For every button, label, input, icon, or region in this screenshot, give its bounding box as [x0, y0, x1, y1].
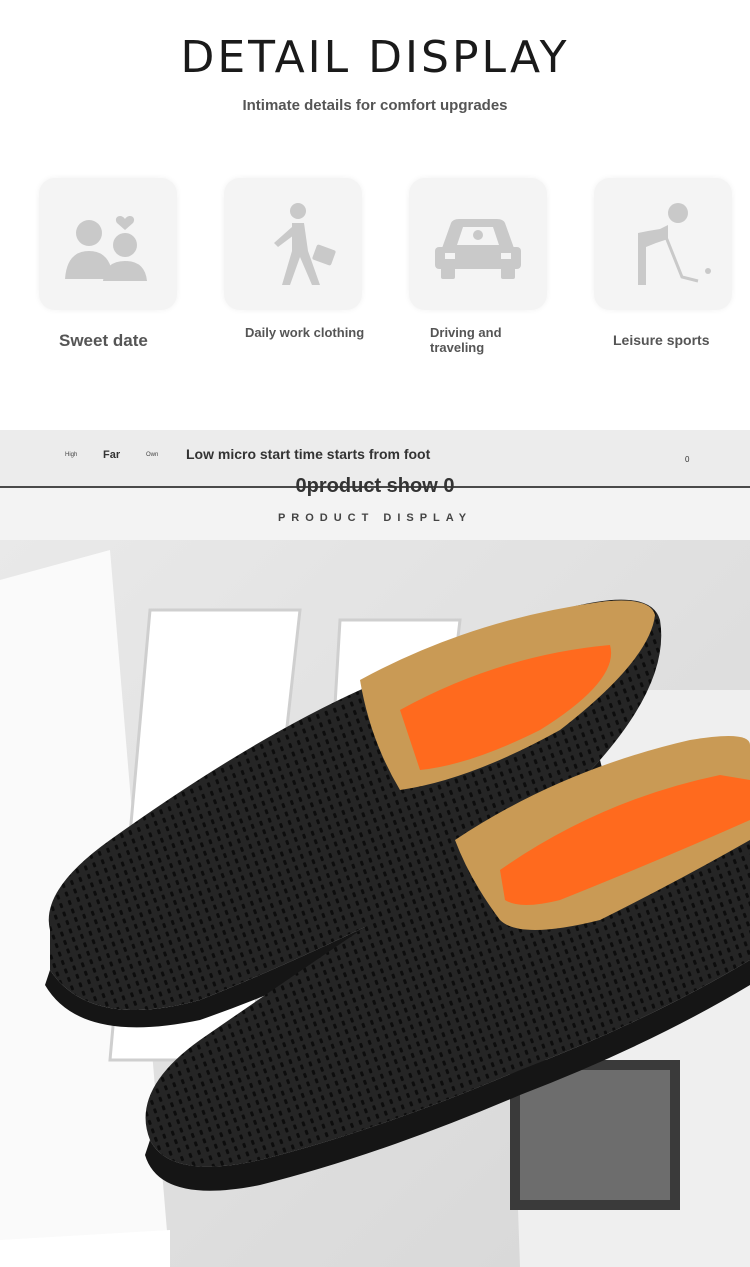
couple-heart-icon [65, 216, 147, 281]
nav-item-far[interactable]: Far [103, 449, 120, 461]
nav-counter: 0 [685, 455, 690, 464]
walking-briefcase-icon [274, 203, 336, 285]
scenario-label: Driving and traveling [430, 325, 502, 355]
nav-tagline: Low micro start time starts from foot [186, 446, 431, 462]
nav-item-own[interactable]: Own [146, 452, 158, 458]
car-icon [435, 219, 521, 279]
page-title: DETAIL DISPLAY [180, 32, 570, 83]
product-subheading: PRODUCT DISPLAY [277, 512, 473, 524]
scenario-label: Sweet date [59, 331, 148, 350]
nav-item-high[interactable]: High [65, 452, 77, 458]
golfer-icon [638, 203, 711, 285]
black-perforated-loafers-photo [0, 540, 750, 1267]
product-heading: 0product show 0 [295, 475, 455, 497]
scenario-card-leisure-sports[interactable] [594, 178, 732, 310]
scenario-label: Daily work clothing [245, 325, 365, 340]
section-subtitle: Intimate details for comfort upgrades [242, 97, 508, 114]
scenario-card-driving[interactable] [409, 178, 547, 310]
scenario-card-daily-work[interactable] [224, 178, 362, 310]
detail-section: DETAIL DISPLAY Intimate details for comf… [0, 0, 750, 430]
scenario-card-sweet-date[interactable] [39, 178, 177, 310]
scenario-label: Leisure sports [613, 332, 710, 348]
